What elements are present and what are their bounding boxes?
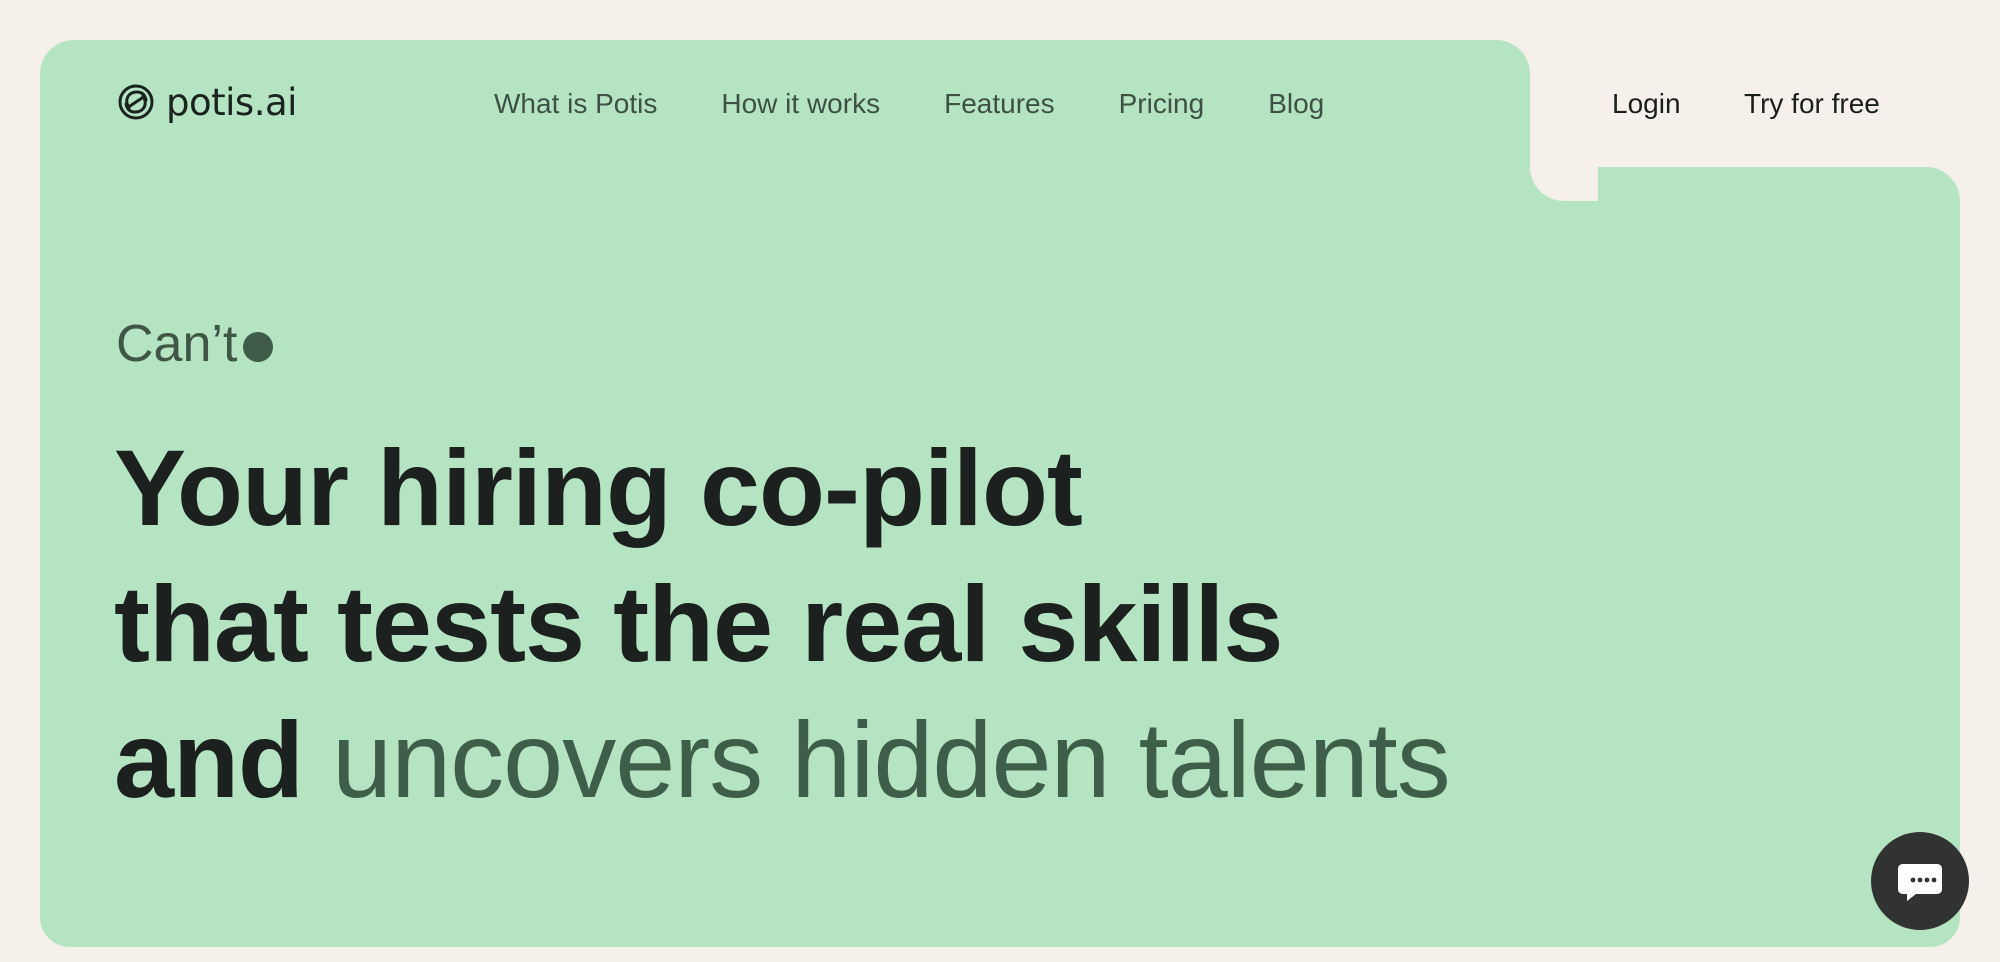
chat-button[interactable] bbox=[1871, 832, 1969, 930]
chat-bubble-icon bbox=[1898, 864, 1942, 901]
hero-headline-line-1: Your hiring co-pilot bbox=[114, 427, 1083, 548]
hero-eyebrow-text: Can’t bbox=[116, 315, 238, 373]
nav-features[interactable]: Features bbox=[944, 86, 1055, 122]
potis-logo-icon bbox=[118, 84, 154, 120]
try-for-free-link[interactable]: Try for free bbox=[1744, 86, 1880, 122]
nav-pricing[interactable]: Pricing bbox=[1119, 86, 1205, 122]
login-link[interactable]: Login bbox=[1612, 86, 1681, 122]
hero-headline: Your hiring co-pilot that tests the real… bbox=[114, 420, 1451, 828]
hero-headline-accent: uncovers hidden talents bbox=[332, 699, 1451, 820]
nav-how-it-works[interactable]: How it works bbox=[721, 86, 880, 122]
main-navigation: What is Potis How it works Features Pric… bbox=[494, 86, 1324, 122]
nav-what-is-potis[interactable]: What is Potis bbox=[494, 86, 657, 122]
hero-corner-cut bbox=[1530, 133, 1598, 201]
nav-blog[interactable]: Blog bbox=[1268, 86, 1324, 122]
typing-dot-icon bbox=[243, 332, 274, 362]
brand-logo[interactable]: potis.ai bbox=[116, 82, 297, 122]
hero-headline-line-2: that tests the real skills bbox=[114, 563, 1283, 684]
hero-headline-line-3-start: and bbox=[114, 699, 304, 820]
hero-eyebrow: Can’t bbox=[116, 314, 274, 374]
brand-name: potis.ai bbox=[166, 80, 297, 124]
hero-headline-line-3: and uncovers hidden talents bbox=[114, 692, 1451, 828]
